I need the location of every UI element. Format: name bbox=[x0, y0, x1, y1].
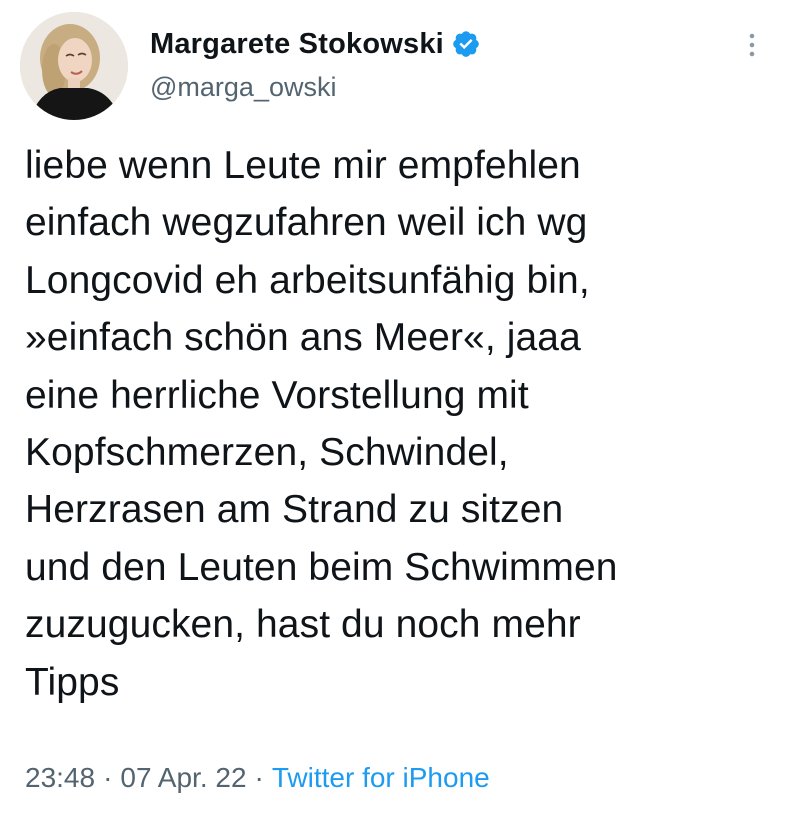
avatar[interactable] bbox=[20, 12, 128, 120]
tweet-time[interactable]: 23:48 bbox=[25, 762, 95, 794]
tweet-text-line: Tipps bbox=[25, 660, 120, 704]
tweet-text-line: »einfach schön ans Meer«, jaaa bbox=[25, 316, 581, 360]
tweet-text-line: eine herrliche Vorstellung mit bbox=[25, 373, 529, 417]
tweet-metadata: 23:48 · 07 Apr. 22 · Twitter for iPhone bbox=[25, 762, 490, 794]
avatar-image bbox=[20, 12, 128, 120]
tweet-source-link[interactable]: Twitter for iPhone bbox=[272, 762, 490, 794]
author-display-name[interactable]: Margarete Stokowski bbox=[150, 28, 444, 61]
tweet-text-line: liebe wenn Leute mir empfehlen bbox=[25, 144, 581, 187]
meta-separator: · bbox=[103, 762, 113, 793]
tweet-text-line: und den Leuten beim Schwimmen bbox=[25, 545, 618, 589]
tweet-text-line: Herzrasen am Strand zu sitzen bbox=[25, 488, 564, 532]
meta-separator: · bbox=[254, 762, 264, 793]
tweet: Margarete Stokowski @marga_owski liebe w… bbox=[0, 0, 787, 818]
tweet-text-line: zuzugucken, hast du noch mehr bbox=[25, 603, 581, 647]
tweet-text-line: Longcovid eh arbeitsunfähig bin, bbox=[25, 258, 590, 302]
tweet-text-line: Kopfschmerzen, Schwindel, bbox=[25, 431, 509, 475]
more-vertical-icon[interactable] bbox=[740, 30, 764, 60]
author-name-row: Margarete Stokowski bbox=[150, 24, 481, 64]
tweet-text: liebe wenn Leute mir empfehlen einfach w… bbox=[25, 137, 775, 711]
tweet-date[interactable]: 07 Apr. 22 bbox=[120, 762, 246, 794]
verified-badge-icon bbox=[451, 29, 481, 59]
tweet-text-line: einfach wegzufahren weil ich wg bbox=[25, 201, 588, 245]
author-handle[interactable]: @marga_owski bbox=[150, 72, 336, 103]
